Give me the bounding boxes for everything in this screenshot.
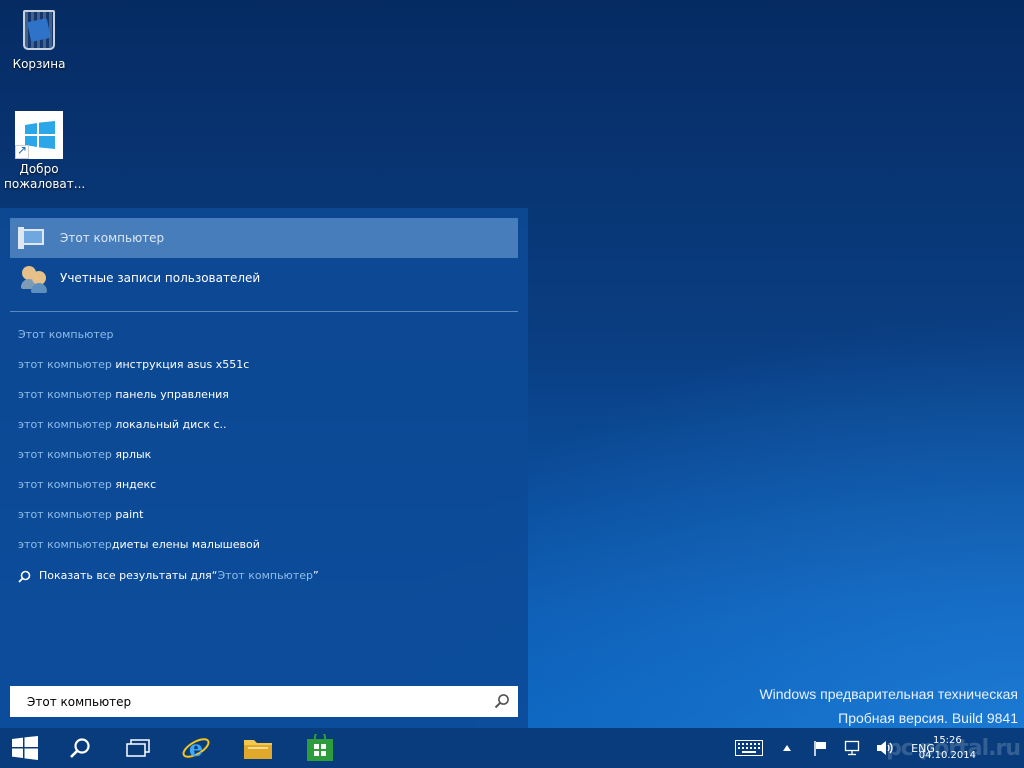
suggestion-query: Этот компьютер xyxy=(18,328,114,341)
suggestion-rest: диеты елены малышевой xyxy=(111,538,260,551)
task-view-button[interactable] xyxy=(108,728,168,768)
show-all-prefix: Показать все результаты для xyxy=(39,569,212,582)
suggestion-item[interactable]: этот компьютер инструкция asus x551c xyxy=(18,358,249,372)
windows-logo-icon xyxy=(12,736,38,760)
desktop-icon-label: Корзина xyxy=(12,57,66,71)
suggestion-rest: яндекс xyxy=(111,478,157,491)
suggestion-query: этот компьютер xyxy=(18,448,112,461)
build-watermark-line1: Windows предварительная техническая xyxy=(759,686,1018,702)
keyboard-icon xyxy=(735,740,763,756)
results-divider xyxy=(10,311,518,312)
store-icon xyxy=(307,734,333,761)
network-icon xyxy=(844,740,860,756)
flag-icon xyxy=(814,741,826,756)
suggestion-rest: инструкция asus x551c xyxy=(111,358,250,371)
result-label: Учетные записи пользователей xyxy=(60,271,261,285)
search-icon xyxy=(18,570,31,583)
result-user-accounts[interactable]: Учетные записи пользователей xyxy=(10,258,518,298)
suggestion-item[interactable]: этот компьютер ярлык xyxy=(18,448,151,462)
suggestion-item[interactable]: этот компьютер яндекс xyxy=(18,478,156,492)
internet-explorer-icon: e xyxy=(182,736,210,762)
site-watermark: pc portal.ru xyxy=(886,736,1021,761)
desktop-icon-label: Добро пожаловат... xyxy=(4,162,86,191)
search-panel: Этот компьютер Учетные записи пользовате… xyxy=(0,208,528,728)
show-hidden-icons-button[interactable] xyxy=(778,728,796,768)
suggestion-query: этот компьютер xyxy=(18,508,112,521)
suggestion-query: этот компьютер xyxy=(18,388,112,401)
result-this-computer[interactable]: Этот компьютер xyxy=(10,218,518,258)
computer-icon xyxy=(18,223,48,253)
recycle-bin-icon xyxy=(15,6,63,54)
search-button[interactable] xyxy=(50,728,110,768)
show-all-term: Этот компьютер xyxy=(217,569,313,582)
build-watermark-line2: Пробная версия. Build 9841 xyxy=(838,710,1018,726)
touch-keyboard-button[interactable] xyxy=(732,728,766,768)
suggestion-rest: paint xyxy=(111,508,144,521)
result-label: Этот компьютер xyxy=(60,231,165,245)
task-view-icon xyxy=(126,739,150,757)
search-input[interactable] xyxy=(27,694,477,709)
start-button[interactable] xyxy=(0,728,50,768)
suggestion-item[interactable]: этот компьютер локальный диск с.. xyxy=(18,418,227,432)
desktop-icon-recycle-bin[interactable]: Корзина xyxy=(0,6,78,72)
suggestion-query: этот компьютер xyxy=(18,358,112,371)
suggestion-query: этот компьютер xyxy=(18,478,112,491)
suggestion-query: этот компьютер xyxy=(18,418,112,431)
taskbar: e ENG 15:26 04.10.2014 xyxy=(0,728,1024,768)
suggestion-rest: локальный диск с.. xyxy=(111,418,227,431)
suggestion-rest: ярлык xyxy=(111,448,152,461)
network-button[interactable] xyxy=(840,728,864,768)
svg-text:e: e xyxy=(189,736,203,762)
search-icon[interactable] xyxy=(494,693,510,709)
folder-icon xyxy=(244,740,272,759)
suggestion-item[interactable]: этот компьютер paint xyxy=(18,508,143,522)
suggestion-item[interactable]: этот компьютер панель управления xyxy=(18,388,229,402)
suggestion-item[interactable]: Этот компьютер xyxy=(18,328,114,342)
chevron-up-icon xyxy=(783,745,791,751)
search-icon xyxy=(70,738,90,758)
windows-welcome-icon xyxy=(15,111,63,159)
file-explorer-button[interactable] xyxy=(228,728,288,768)
suggestion-rest: панель управления xyxy=(111,388,229,401)
store-button[interactable] xyxy=(290,728,350,768)
action-center-button[interactable] xyxy=(808,728,832,768)
shortcut-arrow-icon xyxy=(15,143,29,159)
show-all-close-quote: ” xyxy=(312,569,319,582)
internet-explorer-button[interactable]: e xyxy=(166,728,226,768)
suggestion-query: этот компьютер xyxy=(18,538,112,551)
search-box xyxy=(10,686,518,717)
suggestion-item[interactable]: этот компьютердиеты елены малышевой xyxy=(18,538,260,552)
desktop-icon-welcome[interactable]: Добро пожаловат... xyxy=(0,111,86,192)
user-accounts-icon xyxy=(18,263,48,293)
show-all-results-link[interactable]: Показать все результаты для “Этот компью… xyxy=(18,569,319,583)
